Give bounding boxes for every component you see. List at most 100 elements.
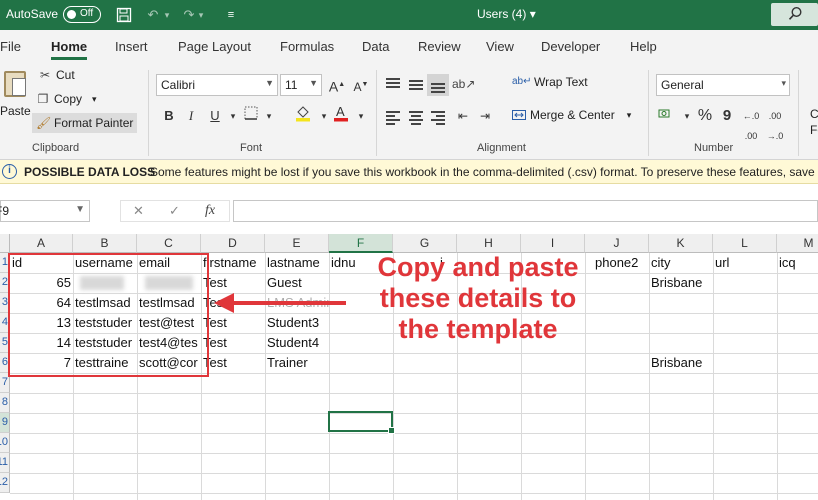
row-header[interactable]: 10 [0, 433, 10, 453]
tab-data[interactable]: Data [362, 39, 389, 54]
undo-icon[interactable]: ↶ [144, 5, 162, 25]
merge-dropdown-icon[interactable]: ▾ [627, 110, 632, 121]
tab-insert[interactable]: Insert [115, 39, 148, 54]
column-header-e[interactable]: E [265, 234, 329, 253]
cell-k6[interactable]: Brisbane [649, 353, 713, 373]
redo-dropdown-icon[interactable]: ▾ [196, 5, 206, 25]
scissors-icon: ✂ [39, 68, 51, 82]
column-header-d[interactable]: D [201, 234, 265, 253]
column-header-c[interactable]: C [137, 234, 201, 253]
font-family-select[interactable]: Calibri ▼ [156, 74, 278, 96]
orientation-icon[interactable]: ab↗ [452, 74, 475, 94]
merge-center-button[interactable]: Merge & Center ▾ [512, 108, 631, 122]
font-color-dropdown-icon[interactable]: ▾ [350, 106, 372, 126]
fill-color-icon[interactable] [292, 104, 314, 124]
autosave-state: Off [80, 8, 94, 19]
autosave-label: AutoSave [6, 7, 59, 21]
document-title[interactable]: Users (4) ▾ [477, 7, 536, 21]
comma-style-button[interactable]: 9 [716, 106, 738, 126]
number-format-select[interactable]: General ▾ [656, 74, 790, 96]
cell-d1[interactable]: firstname [201, 253, 265, 273]
column-header-m[interactable]: M [777, 234, 818, 253]
cell-k2[interactable]: Brisbane [649, 273, 713, 293]
tab-view[interactable]: View [486, 39, 514, 54]
cell-j1[interactable]: phone2 [593, 253, 649, 273]
cell-e6[interactable]: Trainer [265, 353, 329, 373]
cell-e5[interactable]: Student4 [265, 333, 329, 353]
copy-dropdown-icon[interactable]: ▾ [92, 94, 97, 105]
active-cell-f9[interactable] [328, 411, 395, 434]
autosave-toggle[interactable]: Off [63, 6, 101, 23]
insert-function-button[interactable]: fx [205, 203, 215, 219]
paste-label: Paste [0, 104, 31, 118]
column-header-k[interactable]: K [649, 234, 713, 253]
row-header[interactable]: 9 [0, 413, 10, 433]
cell-d6[interactable]: Test [201, 353, 265, 373]
font-group-label: Font [240, 142, 263, 154]
data-loss-infobar: i POSSIBLE DATA LOSS Some features might… [0, 160, 818, 184]
paste-button[interactable]: Paste [0, 66, 31, 126]
font-size-value: 11 [285, 78, 298, 92]
customize-toolbar-icon[interactable]: ≡ [224, 5, 238, 25]
column-header-f[interactable]: F [329, 234, 393, 253]
align-left-icon[interactable] [382, 106, 404, 128]
column-header-i[interactable]: I [521, 234, 585, 253]
decrease-decimal-icon[interactable]: .00 →.0 [762, 106, 788, 141]
bottom-align-icon[interactable] [427, 74, 449, 96]
group-divider [148, 70, 149, 156]
cell-e1[interactable]: lastname [265, 253, 329, 273]
italic-button[interactable]: I [180, 106, 202, 126]
grow-font-button[interactable]: A▲ [326, 75, 348, 95]
search-box[interactable] [771, 3, 818, 26]
formula-input[interactable] [233, 200, 818, 222]
column-header-j[interactable]: J [585, 234, 649, 253]
cell-k1[interactable]: city [649, 253, 713, 273]
tab-developer[interactable]: Developer [541, 39, 600, 54]
align-right-icon[interactable] [427, 106, 449, 128]
copy-button[interactable]: ❐ Copy ▾ [36, 92, 97, 106]
middle-align-icon[interactable] [405, 74, 427, 96]
top-align-icon[interactable] [382, 74, 404, 96]
column-header-h[interactable]: H [457, 234, 521, 253]
column-header-g[interactable]: G [393, 234, 457, 253]
tab-home[interactable]: Home [51, 39, 88, 60]
tab-formulas[interactable]: Formulas [280, 39, 334, 54]
row-header[interactable]: 11 [0, 453, 10, 473]
borders-dropdown-icon[interactable]: ▾ [258, 106, 280, 126]
accounting-format-icon[interactable] [656, 106, 678, 126]
tab-page-layout[interactable]: Page Layout [178, 39, 251, 54]
increase-indent-icon[interactable]: ⇥ [474, 106, 496, 126]
increase-decimal-icon[interactable]: ←.0.00 [738, 106, 764, 141]
font-size-select[interactable]: 11 ▼ [280, 74, 322, 96]
percent-button[interactable]: % [694, 106, 716, 126]
cut-button[interactable]: ✂ Cut [38, 68, 75, 82]
cell-m1[interactable]: icq [777, 253, 818, 273]
cancel-icon[interactable]: ✕ [133, 203, 144, 219]
column-header-l[interactable]: L [713, 234, 777, 253]
row-header[interactable]: 8 [0, 393, 10, 413]
conditional-formatting-button[interactable]: CFo [810, 106, 818, 138]
row-header[interactable]: 12 [0, 473, 10, 493]
bold-button[interactable]: B [158, 106, 180, 126]
cell-l1[interactable]: url [713, 253, 777, 273]
shrink-font-button[interactable]: A▼ [350, 75, 372, 95]
infobar-message: Some features might be lost if you save … [150, 165, 818, 179]
chevron-down-icon: ▼ [75, 204, 85, 215]
enter-icon[interactable]: ✓ [169, 203, 180, 219]
wrap-text-button[interactable]: ab↵ Wrap Text [512, 75, 588, 89]
tab-help[interactable]: Help [630, 39, 657, 54]
align-center-icon[interactable] [405, 106, 427, 128]
save-icon[interactable] [114, 5, 134, 25]
tab-file[interactable]: File [0, 39, 21, 54]
undo-dropdown-icon[interactable]: ▾ [162, 5, 172, 25]
tab-review[interactable]: Review [418, 39, 461, 54]
select-all-corner[interactable] [0, 234, 10, 253]
toggle-knob [67, 10, 76, 19]
decrease-indent-icon[interactable]: ⇤ [452, 106, 474, 126]
name-box[interactable]: F9 ▼ [0, 200, 90, 222]
font-color-icon[interactable]: A [330, 104, 352, 124]
format-painter-button[interactable]: 🖌 Format Painter [32, 113, 138, 133]
column-header-a[interactable]: A [10, 234, 73, 253]
cell-d5[interactable]: Test [201, 333, 265, 353]
column-header-b[interactable]: B [73, 234, 137, 253]
